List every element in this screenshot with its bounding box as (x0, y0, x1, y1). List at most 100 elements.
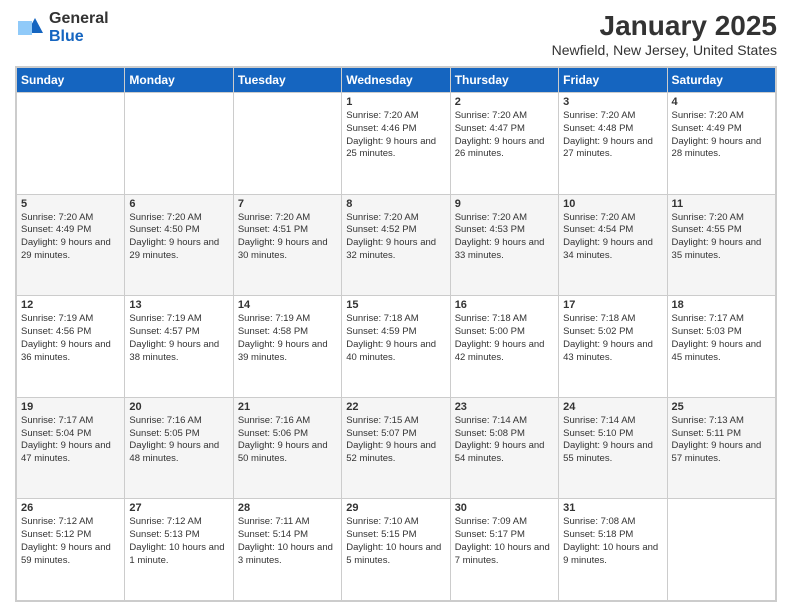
calendar-cell: 5Sunrise: 7:20 AMSunset: 4:49 PMDaylight… (17, 194, 125, 296)
calendar-subtitle: Newfield, New Jersey, United States (552, 42, 777, 58)
day-number: 21 (238, 401, 337, 413)
cell-content: Sunrise: 7:18 AMSunset: 5:00 PMDaylight:… (455, 313, 554, 364)
day-number: 16 (455, 299, 554, 311)
logo-icon (15, 13, 45, 43)
calendar-cell: 31Sunrise: 7:08 AMSunset: 5:18 PMDayligh… (559, 499, 667, 601)
cell-content: Sunrise: 7:19 AMSunset: 4:57 PMDaylight:… (129, 313, 228, 364)
day-header-sunday: Sunday (17, 68, 125, 93)
calendar-cell: 23Sunrise: 7:14 AMSunset: 5:08 PMDayligh… (450, 397, 558, 499)
cell-content: Sunrise: 7:20 AMSunset: 4:53 PMDaylight:… (455, 212, 554, 263)
day-number: 28 (238, 502, 337, 514)
calendar-cell: 29 Sunrise: 7:10 AMSunset: 5:15 PMDayligh… (342, 499, 450, 601)
day-number: 5 (21, 198, 120, 210)
week-row-5: 26Sunrise: 7:12 AMSunset: 5:12 PMDayligh… (17, 499, 776, 601)
cell-content: Sunrise: 7:14 AMSunset: 5:10 PMDaylight:… (563, 415, 662, 466)
calendar-cell: 12Sunrise: 7:19 AMSunset: 4:56 PMDayligh… (17, 296, 125, 398)
calendar-table: SundayMondayTuesdayWednesdayThursdayFrid… (16, 67, 776, 601)
day-header-thursday: Thursday (450, 68, 558, 93)
week-row-2: 5Sunrise: 7:20 AMSunset: 4:49 PMDaylight… (17, 194, 776, 296)
day-number: 2 (455, 96, 554, 108)
calendar-cell: 16 Sunrise: 7:18 AMSunset: 5:00 PMDayligh… (450, 296, 558, 398)
calendar-cell (233, 93, 341, 195)
cell-content: Sunrise: 7:20 AMSunset: 4:55 PMDaylight:… (672, 212, 771, 263)
cell-content: Sunrise: 7:20 AMSunset: 4:49 PMDaylight:… (672, 110, 771, 161)
cell-content: Sunrise: 7:15 AMSunset: 5:07 PMDaylight:… (346, 415, 445, 466)
day-header-monday: Monday (125, 68, 233, 93)
day-number: 29 (346, 502, 445, 514)
logo: General Blue (15, 10, 109, 45)
cell-content: Sunrise: 7:10 AMSunset: 5:15 PMDaylight:… (346, 516, 445, 567)
calendar-cell: 30Sunrise: 7:09 AMSunset: 5:17 PMDayligh… (450, 499, 558, 601)
calendar-cell: 25 Sunrise: 7:13 AMSunset: 5:11 PMDayligh… (667, 397, 775, 499)
cell-content: Sunrise: 7:20 AMSunset: 4:50 PMDaylight:… (129, 212, 228, 263)
calendar-cell: 27Sunrise: 7:12 AMSunset: 5:13 PMDayligh… (125, 499, 233, 601)
cell-content: Sunrise: 7:20 AMSunset: 4:46 PMDaylight:… (346, 110, 445, 161)
day-header-friday: Friday (559, 68, 667, 93)
calendar-cell: 11 Sunrise: 7:20 AMSunset: 4:55 PMDayligh… (667, 194, 775, 296)
calendar-cell: 24Sunrise: 7:14 AMSunset: 5:10 PMDayligh… (559, 397, 667, 499)
calendar-cell: 1Sunrise: 7:20 AMSunset: 4:46 PMDaylight… (342, 93, 450, 195)
week-row-4: 19Sunrise: 7:17 AMSunset: 5:04 PMDayligh… (17, 397, 776, 499)
calendar-cell: 13Sunrise: 7:19 AMSunset: 4:57 PMDayligh… (125, 296, 233, 398)
day-number: 11 (672, 198, 771, 210)
calendar-body: 1Sunrise: 7:20 AMSunset: 4:46 PMDaylight… (17, 93, 776, 601)
cell-content: Sunrise: 7:12 AMSunset: 5:13 PMDaylight:… (129, 516, 228, 567)
calendar-cell: 2 Sunrise: 7:20 AMSunset: 4:47 PMDaylight… (450, 93, 558, 195)
cell-content: Sunrise: 7:12 AMSunset: 5:12 PMDaylight:… (21, 516, 120, 567)
week-row-3: 12Sunrise: 7:19 AMSunset: 4:56 PMDayligh… (17, 296, 776, 398)
day-header-tuesday: Tuesday (233, 68, 341, 93)
cell-content: Sunrise: 7:20 AMSunset: 4:47 PMDaylight:… (455, 110, 554, 161)
calendar-cell: 21 Sunrise: 7:16 AMSunset: 5:06 PMDayligh… (233, 397, 341, 499)
day-number: 3 (563, 96, 662, 108)
day-number: 18 (672, 299, 771, 311)
calendar-cell: 28 Sunrise: 7:11 AMSunset: 5:14 PMDayligh… (233, 499, 341, 601)
logo-blue: Blue (49, 28, 109, 46)
cell-content: Sunrise: 7:19 AMSunset: 4:58 PMDaylight:… (238, 313, 337, 364)
week-row-1: 1Sunrise: 7:20 AMSunset: 4:46 PMDaylight… (17, 93, 776, 195)
title-block: January 2025 Newfield, New Jersey, Unite… (552, 10, 777, 58)
day-number: 22 (346, 401, 445, 413)
calendar-cell (667, 499, 775, 601)
calendar-cell: 14Sunrise: 7:19 AMSunset: 4:58 PMDayligh… (233, 296, 341, 398)
cell-content: Sunrise: 7:20 AMSunset: 4:52 PMDaylight:… (346, 212, 445, 263)
logo-text: General Blue (49, 10, 109, 45)
day-number: 23 (455, 401, 554, 413)
calendar-cell: 20 Sunrise: 7:16 AMSunset: 5:05 PMDayligh… (125, 397, 233, 499)
calendar-title: January 2025 (552, 10, 777, 42)
cell-content: Sunrise: 7:16 AMSunset: 5:06 PMDaylight:… (238, 415, 337, 466)
cell-content: Sunrise: 7:20 AMSunset: 4:51 PMDaylight:… (238, 212, 337, 263)
calendar-cell: 3 Sunrise: 7:20 AMSunset: 4:48 PMDaylight… (559, 93, 667, 195)
cell-content: Sunrise: 7:17 AMSunset: 5:04 PMDaylight:… (21, 415, 120, 466)
cell-content: Sunrise: 7:18 AMSunset: 4:59 PMDaylight:… (346, 313, 445, 364)
cell-content: Sunrise: 7:16 AMSunset: 5:05 PMDaylight:… (129, 415, 228, 466)
cell-content: Sunrise: 7:11 AMSunset: 5:14 PMDaylight:… (238, 516, 337, 567)
day-number: 7 (238, 198, 337, 210)
calendar-grid: SundayMondayTuesdayWednesdayThursdayFrid… (15, 66, 777, 602)
calendar-cell: 9 Sunrise: 7:20 AMSunset: 4:53 PMDaylight… (450, 194, 558, 296)
calendar-cell: 26Sunrise: 7:12 AMSunset: 5:12 PMDayligh… (17, 499, 125, 601)
cell-content: Sunrise: 7:20 AMSunset: 4:54 PMDaylight:… (563, 212, 662, 263)
day-number: 9 (455, 198, 554, 210)
day-number: 20 (129, 401, 228, 413)
cell-content: Sunrise: 7:13 AMSunset: 5:11 PMDaylight:… (672, 415, 771, 466)
cell-content: Sunrise: 7:20 AMSunset: 4:48 PMDaylight:… (563, 110, 662, 161)
calendar-cell: 22 Sunrise: 7:15 AMSunset: 5:07 PMDayligh… (342, 397, 450, 499)
day-number: 30 (455, 502, 554, 514)
day-number: 4 (672, 96, 771, 108)
day-number: 31 (563, 502, 662, 514)
header-row: SundayMondayTuesdayWednesdayThursdayFrid… (17, 68, 776, 93)
calendar-cell (17, 93, 125, 195)
cell-content: Sunrise: 7:19 AMSunset: 4:56 PMDaylight:… (21, 313, 120, 364)
calendar-cell: 4 Sunrise: 7:20 AMSunset: 4:49 PMDaylight… (667, 93, 775, 195)
calendar-cell: 17Sunrise: 7:18 AMSunset: 5:02 PMDayligh… (559, 296, 667, 398)
day-number: 25 (672, 401, 771, 413)
header: General Blue January 2025 Newfield, New … (15, 10, 777, 58)
cell-content: Sunrise: 7:17 AMSunset: 5:03 PMDaylight:… (672, 313, 771, 364)
calendar-cell: 15Sunrise: 7:18 AMSunset: 4:59 PMDayligh… (342, 296, 450, 398)
calendar-cell: 8Sunrise: 7:20 AMSunset: 4:52 PMDaylight… (342, 194, 450, 296)
calendar-cell: 7 Sunrise: 7:20 AMSunset: 4:51 PMDaylight… (233, 194, 341, 296)
calendar-cell: 18 Sunrise: 7:17 AMSunset: 5:03 PMDayligh… (667, 296, 775, 398)
calendar-cell: 6Sunrise: 7:20 AMSunset: 4:50 PMDaylight… (125, 194, 233, 296)
day-number: 10 (563, 198, 662, 210)
calendar-cell (125, 93, 233, 195)
